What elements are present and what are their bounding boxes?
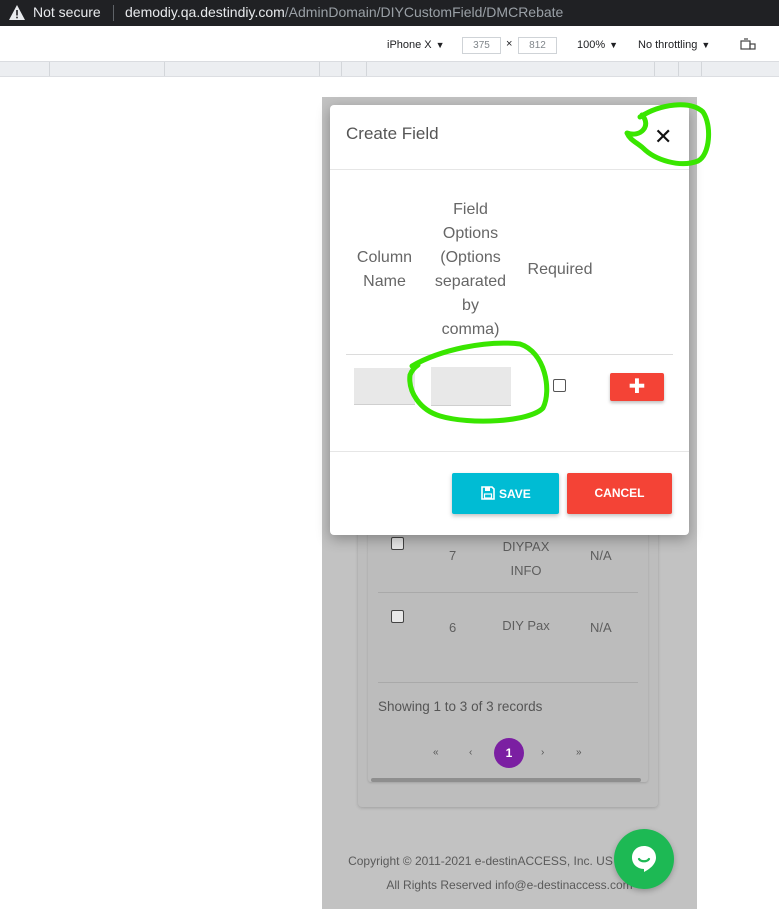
modal-footer-divider <box>330 451 689 452</box>
add-row-button[interactable]: ✚ <box>610 373 664 401</box>
url-field[interactable]: demodiy.qa.destindiy.com/AdminDomain/DIY… <box>125 4 563 20</box>
row-divider <box>378 592 638 593</box>
header-line: by <box>462 297 479 314</box>
floppy-disk-icon <box>481 486 495 500</box>
device-select[interactable]: iPhone X ▼ <box>387 39 445 51</box>
save-label: SAVE <box>499 487 531 501</box>
header-line: Column <box>356 249 413 266</box>
device-label: iPhone X <box>387 39 432 51</box>
throttling-label: No throttling <box>638 39 698 51</box>
required-header: Required <box>527 261 593 278</box>
chat-bubble-icon <box>632 846 656 872</box>
header-line: separated <box>434 273 507 290</box>
media-query-ruler <box>0 62 779 77</box>
page-first[interactable]: « <box>433 747 439 758</box>
caret-down-icon: ▼ <box>701 40 711 50</box>
row-checkbox[interactable] <box>391 610 404 623</box>
warning-icon <box>9 5 25 20</box>
page-last[interactable]: » <box>576 747 582 758</box>
row-name-line: DIYPAX <box>502 539 550 554</box>
caret-down-icon: ▼ <box>435 40 445 50</box>
page-next[interactable]: › <box>541 747 544 758</box>
row-name: DIYPAX INFO <box>496 535 556 583</box>
header-row-divider <box>346 354 673 355</box>
required-checkbox[interactable] <box>553 379 566 392</box>
page-current[interactable]: 1 <box>494 738 524 768</box>
row-name-line: INFO <box>510 563 542 578</box>
field-options-input[interactable] <box>431 367 511 406</box>
row-number: 7 <box>449 548 457 563</box>
modal-header-divider <box>330 169 689 170</box>
modal-title: Create Field <box>346 124 439 143</box>
field-options-header: Field Options (Options separated by comm… <box>428 198 513 342</box>
chat-widget-button[interactable] <box>614 829 674 889</box>
column-name-input[interactable] <box>354 368 415 405</box>
dimension-times: × <box>506 38 513 50</box>
column-name-header: Column Name <box>348 246 421 294</box>
row-divider <box>378 682 638 683</box>
row-value: N/A <box>590 620 612 635</box>
width-input[interactable]: 375 <box>462 37 501 54</box>
page-prev[interactable]: ‹ <box>469 747 472 758</box>
row-value: N/A <box>590 548 612 563</box>
cancel-button[interactable]: CANCEL <box>567 473 672 514</box>
row-checkbox[interactable] <box>391 537 404 550</box>
header-line: (Options <box>440 249 501 266</box>
zoom-label: 100% <box>577 39 606 51</box>
security-label[interactable]: Not secure <box>33 4 101 20</box>
rotate-icon[interactable] <box>740 38 756 51</box>
zoom-select[interactable]: 100% ▼ <box>577 39 618 51</box>
create-field-modal: Create Field ✕ Column Name Field Options… <box>330 105 689 535</box>
header-line: comma) <box>441 321 500 338</box>
header-line: Options <box>442 225 499 242</box>
close-icon[interactable]: ✕ <box>654 126 672 148</box>
url-path: /AdminDomain/DIYCustomField/DMCRebate <box>284 4 564 20</box>
pagination: « ‹ 1 › » <box>368 738 648 768</box>
height-input[interactable]: 812 <box>518 37 557 54</box>
horizontal-scrollbar[interactable] <box>371 778 641 782</box>
save-button[interactable]: SAVE <box>452 473 559 514</box>
row-name: DIY Pax <box>502 618 550 633</box>
header-line: Name <box>363 273 406 290</box>
devtools-device-toolbar: iPhone X ▼ 375 × 812 100% ▼ No throttling ▼ <box>0 26 779 62</box>
throttling-select[interactable]: No throttling ▼ <box>638 39 710 51</box>
caret-down-icon: ▼ <box>609 40 619 50</box>
records-count: Showing 1 to 3 of 3 records <box>378 699 543 714</box>
url-host: demodiy.qa.destindiy.com <box>125 4 285 20</box>
browser-address-bar: Not secure demodiy.qa.destindiy.com/Admi… <box>0 0 779 26</box>
row-number: 6 <box>449 620 457 635</box>
divider <box>113 5 114 21</box>
header-line: Field <box>453 201 488 218</box>
